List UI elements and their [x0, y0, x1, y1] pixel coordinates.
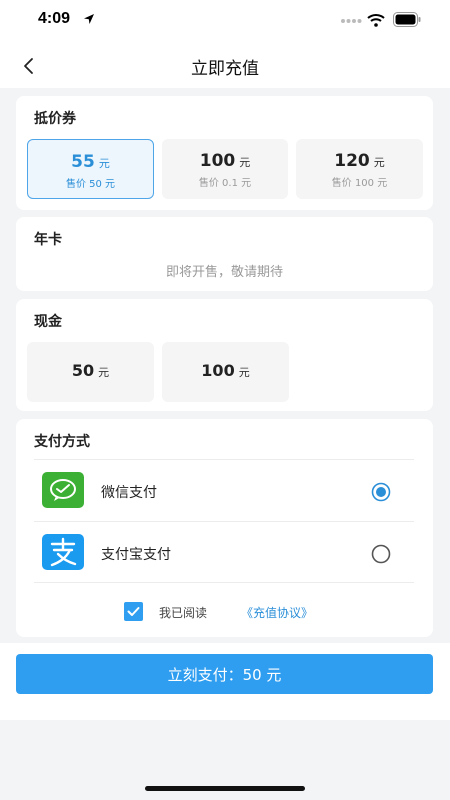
agreement-row: 我已阅读 《充值协议》 [16, 601, 433, 623]
page-title: 立即充值 [191, 59, 259, 79]
coupon-price: 售价 50 元 [65, 179, 116, 190]
wifi-icon [367, 14, 385, 27]
agreement-text: 我已阅读 [159, 606, 208, 620]
status-time: 4:09 [38, 10, 71, 27]
agreement-checkbox[interactable] [124, 602, 143, 621]
payment-option-wechat[interactable]: 微信支付 [34, 459, 414, 521]
home-indicator [145, 786, 305, 791]
payment-option-alipay[interactable]: 支付宝支付 [34, 521, 414, 583]
coupon-amount: 100 [199, 151, 236, 171]
cash-section-title: 现金 [34, 314, 62, 330]
annual-card: 年卡 即将开售，敬请期待 [16, 217, 433, 291]
battery-full-icon [393, 12, 421, 27]
coupon-option-120[interactable]: 120 元 售价 100 元 [296, 139, 423, 199]
payment-section-title: 支付方式 [34, 434, 90, 450]
annual-coming-soon-note: 即将开售，敬请期待 [165, 265, 283, 280]
coupon-unit: 元 [98, 157, 110, 170]
annual-section-title: 年卡 [34, 232, 62, 248]
cellular-signal-icon [341, 19, 362, 23]
payment-option-label: 微信支付 [101, 485, 157, 501]
coupon-amount: 120 [334, 151, 370, 171]
bottom-action-bar: 立刻支付：50 元 [0, 643, 450, 720]
coupon-unit: 元 [373, 156, 385, 169]
cash-amount: 100 [201, 361, 235, 380]
coupon-amount: 55 [71, 152, 95, 172]
coupon-option-100[interactable]: 100 元 售价 0.1 元 [162, 139, 288, 199]
pay-now-button[interactable]: 立刻支付：50 元 [16, 654, 433, 694]
coupon-price: 售价 100 元 [331, 178, 388, 189]
cash-option-50[interactable]: 50 元 [27, 342, 154, 402]
nav-bar: 立即充值 [0, 44, 450, 88]
cash-amount: 50 [71, 361, 95, 380]
recharge-agreement-link[interactable]: 《充值协议》 [241, 604, 313, 621]
radio-unselected-icon[interactable] [371, 544, 391, 564]
payment-method-card: 支付方式 微信支付 支付宝支付 我已阅读 《充值协议》 [16, 419, 433, 637]
cash-unit: 元 [98, 366, 110, 379]
coupon-card: 抵价券 55 元 售价 50 元 100 元 售价 0.1 元 120 元 售价 10… [16, 96, 433, 210]
alipay-icon [42, 534, 84, 570]
radio-selected-icon[interactable] [371, 482, 391, 502]
wechat-pay-icon [42, 472, 84, 508]
coupon-price: 售价 0.1 元 [198, 178, 252, 189]
coupon-section-title: 抵价券 [34, 111, 76, 127]
cash-option-100[interactable]: 100 元 [162, 342, 289, 402]
status-bar: 4:09 [0, 0, 450, 44]
location-arrow-icon [84, 14, 94, 24]
coupon-option-55[interactable]: 55 元 售价 50 元 [27, 139, 154, 199]
cash-unit: 元 [238, 366, 250, 379]
payment-option-label: 支付宝支付 [101, 547, 171, 563]
coupon-unit: 元 [239, 156, 251, 169]
cash-card: 现金 50 元 100 元 [16, 299, 433, 411]
